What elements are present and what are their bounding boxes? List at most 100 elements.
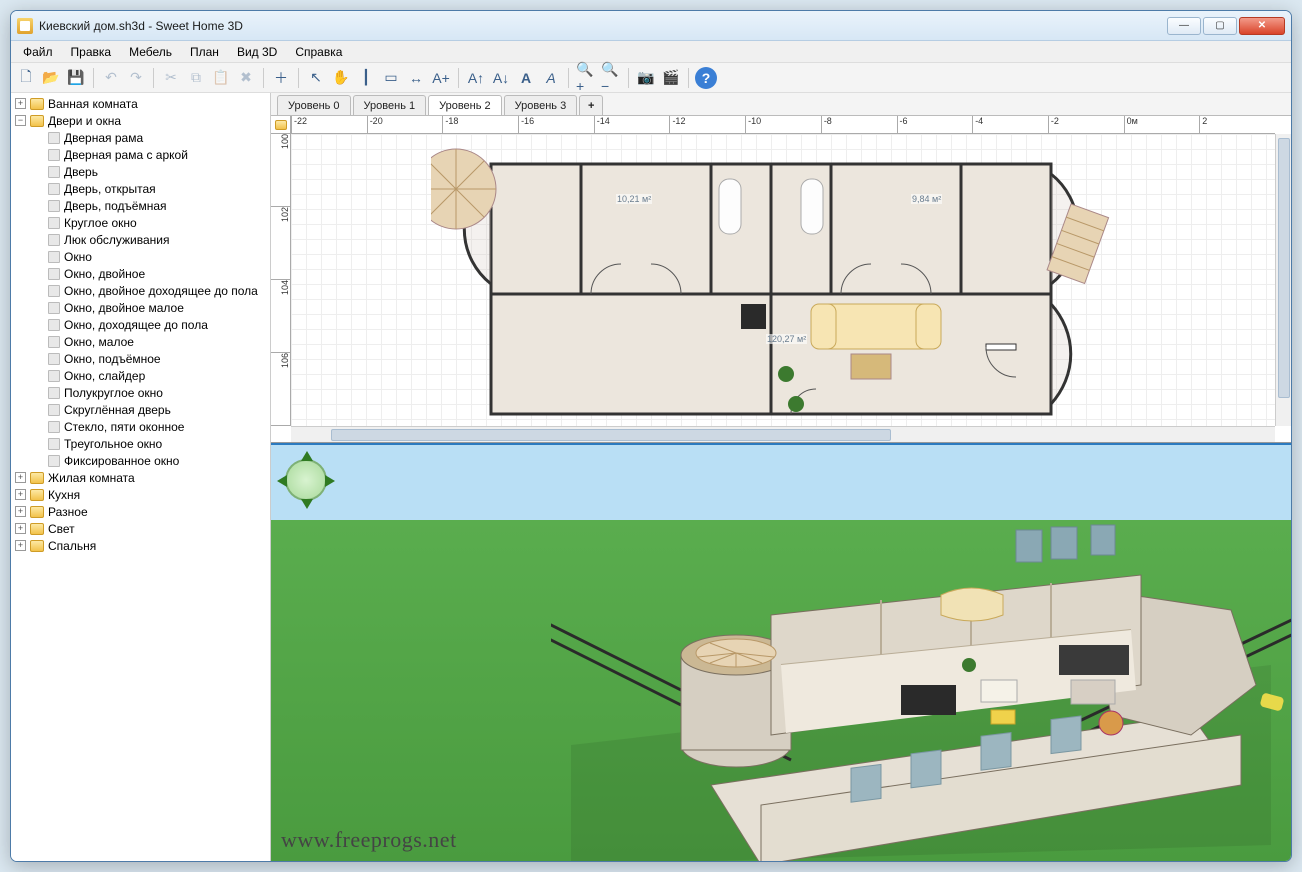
ruler-tick: -14 xyxy=(594,116,670,133)
pan-tool-icon[interactable]: ✋ xyxy=(330,67,352,89)
save-icon[interactable]: 💾 xyxy=(65,67,87,89)
catalog-item[interactable]: Треугольное окно xyxy=(29,435,270,452)
photo-icon[interactable]: 📷 xyxy=(635,67,657,89)
undo-icon: ↶ xyxy=(100,67,122,89)
open-file-icon[interactable]: 📂 xyxy=(40,67,62,89)
catalog-category[interactable]: −Двери и окна xyxy=(11,112,270,129)
nav-up-icon[interactable] xyxy=(301,451,313,461)
item-label: Дверь xyxy=(64,165,98,179)
room-area-label: 120,27 м² xyxy=(766,334,807,344)
expand-icon[interactable]: + xyxy=(15,540,26,551)
expand-icon[interactable]: + xyxy=(15,506,26,517)
catalog-category[interactable]: +Ванная комната xyxy=(11,95,270,112)
menu-план[interactable]: План xyxy=(182,43,227,61)
menu-справка[interactable]: Справка xyxy=(287,43,350,61)
tree-spacer xyxy=(33,353,44,364)
catalog-category[interactable]: +Спальня xyxy=(11,537,270,554)
menu-мебель[interactable]: Мебель xyxy=(121,43,180,61)
nav-down-icon[interactable] xyxy=(301,499,313,509)
toolbar-separator xyxy=(93,68,94,88)
catalog-item[interactable]: Дверь, открытая xyxy=(29,180,270,197)
paste-icon: 📋 xyxy=(210,67,232,89)
item-label: Стекло, пяти оконное xyxy=(64,420,184,434)
maximize-button[interactable]: ▢ xyxy=(1203,17,1237,35)
catalog-item[interactable]: Окно, доходящее до пола xyxy=(29,316,270,333)
view-3d[interactable]: www.freeprogs.net xyxy=(271,443,1291,861)
nav-left-icon[interactable] xyxy=(277,475,287,487)
room-tool-icon[interactable]: ▭ xyxy=(380,67,402,89)
text-italic-icon[interactable]: A xyxy=(540,67,562,89)
select-tool-icon[interactable]: ↖ xyxy=(305,67,327,89)
menu-правка[interactable]: Правка xyxy=(63,43,120,61)
delete-icon: ✖ xyxy=(235,67,257,89)
catalog-item[interactable]: Окно, подъёмное xyxy=(29,350,270,367)
expand-icon[interactable]: + xyxy=(15,523,26,534)
wall-tool-icon[interactable]: ┃ xyxy=(355,67,377,89)
plan-scrollbar-horizontal[interactable] xyxy=(291,426,1275,442)
text-bold-icon[interactable]: A xyxy=(515,67,537,89)
room-area-label: 10,21 м² xyxy=(616,194,652,204)
plan-scrollbar-vertical[interactable] xyxy=(1275,134,1291,426)
catalog-item[interactable]: Дверь xyxy=(29,163,270,180)
folder-icon xyxy=(30,523,44,535)
catalog-item[interactable]: Окно, двойное доходящее до пола xyxy=(29,282,270,299)
menu-вид 3d[interactable]: Вид 3D xyxy=(229,43,285,61)
catalog-item[interactable]: Люк обслуживания xyxy=(29,231,270,248)
new-file-icon[interactable]: 🗋 xyxy=(15,67,37,89)
collapse-icon[interactable]: − xyxy=(15,115,26,126)
catalog-item[interactable]: Окно, малое xyxy=(29,333,270,350)
furniture-catalog[interactable]: +Ванная комната−Двери и окнаДверная рама… xyxy=(11,93,271,861)
text-smaller-icon[interactable]: A↓ xyxy=(490,67,512,89)
nav-right-icon[interactable] xyxy=(325,475,335,487)
dimension-tool-icon[interactable]: ↔ xyxy=(405,67,427,89)
level-tab[interactable]: Уровень 0 xyxy=(277,95,351,115)
catalog-item[interactable]: Окно, слайдер xyxy=(29,367,270,384)
catalog-item[interactable]: Скруглённая дверь xyxy=(29,401,270,418)
level-tab[interactable]: Уровень 1 xyxy=(353,95,427,115)
expand-icon[interactable]: + xyxy=(15,98,26,109)
level-tab[interactable]: Уровень 2 xyxy=(428,95,502,115)
expand-icon[interactable]: + xyxy=(15,489,26,500)
add-furniture-icon[interactable]: ＋ xyxy=(270,67,292,89)
nav-compass[interactable] xyxy=(279,453,333,507)
text-bigger-icon[interactable]: A↑ xyxy=(465,67,487,89)
window-buttons: — ▢ ✕ xyxy=(1167,17,1285,35)
catalog-item[interactable]: Стекло, пяти оконное xyxy=(29,418,270,435)
ruler-tick: -12 xyxy=(669,116,745,133)
help-icon[interactable]: ? xyxy=(695,67,717,89)
menu-файл[interactable]: Файл xyxy=(15,43,61,61)
furniture-icon xyxy=(48,387,60,399)
zoom-in-icon[interactable]: 🔍+ xyxy=(575,67,597,89)
add-level-button[interactable]: + xyxy=(579,95,603,115)
ruler-tick: -2 xyxy=(1048,116,1124,133)
catalog-item[interactable]: Дверь, подъёмная xyxy=(29,197,270,214)
right-pane: Уровень 0Уровень 1Уровень 2Уровень 3+ -2… xyxy=(271,93,1291,861)
catalog-category[interactable]: +Жилая комната xyxy=(11,469,270,486)
video-icon[interactable]: 🎬 xyxy=(660,67,682,89)
catalog-item[interactable]: Окно, двойное малое xyxy=(29,299,270,316)
catalog-item[interactable]: Фиксированное окно xyxy=(29,452,270,469)
close-button[interactable]: ✕ xyxy=(1239,17,1285,35)
item-label: Окно, двойное малое xyxy=(64,301,184,315)
catalog-item[interactable]: Круглое окно xyxy=(29,214,270,231)
catalog-category[interactable]: + Разное xyxy=(11,503,270,520)
plan-grid[interactable]: 10,21 м²9,84 м²120,27 м² xyxy=(291,134,1275,426)
catalog-item[interactable]: Дверная рама xyxy=(29,129,270,146)
expand-icon[interactable]: + xyxy=(15,472,26,483)
scrollbar-thumb[interactable] xyxy=(1278,138,1290,398)
category-label: Разное xyxy=(48,505,88,519)
catalog-item[interactable]: Дверная рама с аркой xyxy=(29,146,270,163)
plan-canvas[interactable]: -22-20-18-16-14-12-10-8-6-4-20м2 1001021… xyxy=(271,115,1291,442)
ruler-tick: -22 xyxy=(291,116,367,133)
catalog-item[interactable]: Окно xyxy=(29,248,270,265)
level-tab[interactable]: Уровень 3 xyxy=(504,95,578,115)
catalog-item[interactable]: Окно, двойное xyxy=(29,265,270,282)
scrollbar-thumb[interactable] xyxy=(331,429,891,441)
catalog-category[interactable]: +Свет xyxy=(11,520,270,537)
minimize-button[interactable]: — xyxy=(1167,17,1201,35)
catalog-item[interactable]: Полукруглое окно xyxy=(29,384,270,401)
folder-icon xyxy=(30,540,44,552)
catalog-category[interactable]: +Кухня xyxy=(11,486,270,503)
zoom-out-icon[interactable]: 🔍− xyxy=(600,67,622,89)
text-tool-icon[interactable]: A+ xyxy=(430,67,452,89)
